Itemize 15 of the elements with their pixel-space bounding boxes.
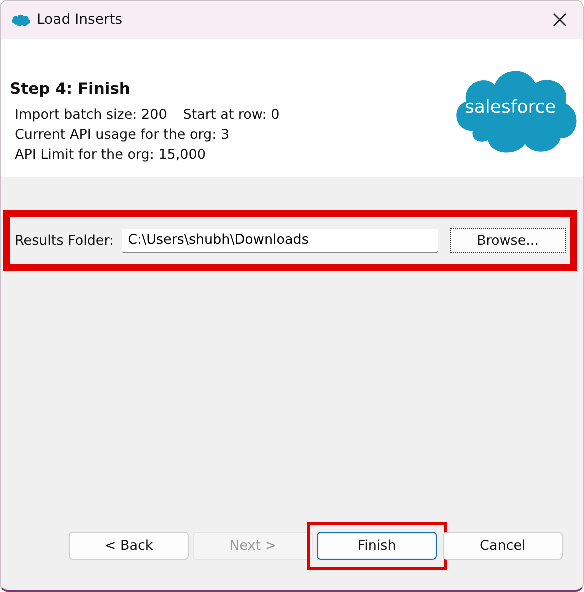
wizard-button[interactable]: Finish <box>317 532 438 560</box>
info-text: Import batch size: 200 <box>15 107 168 123</box>
cloud-icon <box>11 12 31 28</box>
wizard-button[interactable]: < Back <box>69 532 190 560</box>
step-title: Step 4: Finish <box>10 80 132 98</box>
field-label: Results Folder: <box>15 232 114 248</box>
close-icon <box>553 13 567 27</box>
window-title: Load Inserts <box>37 12 124 28</box>
info-text: API Limit for the org: 15,000 <box>15 147 206 163</box>
info-text: Current API usage for the org: 3 <box>15 127 230 143</box>
logo-text: salesforce <box>465 97 556 118</box>
info-text: Start at row: 0 <box>183 107 280 123</box>
browse-button[interactable]: Browse... <box>450 228 566 253</box>
wizard-button[interactable]: Cancel <box>442 532 563 560</box>
folder-field[interactable]: C:\Users\shubh\Downloads <box>122 228 438 252</box>
